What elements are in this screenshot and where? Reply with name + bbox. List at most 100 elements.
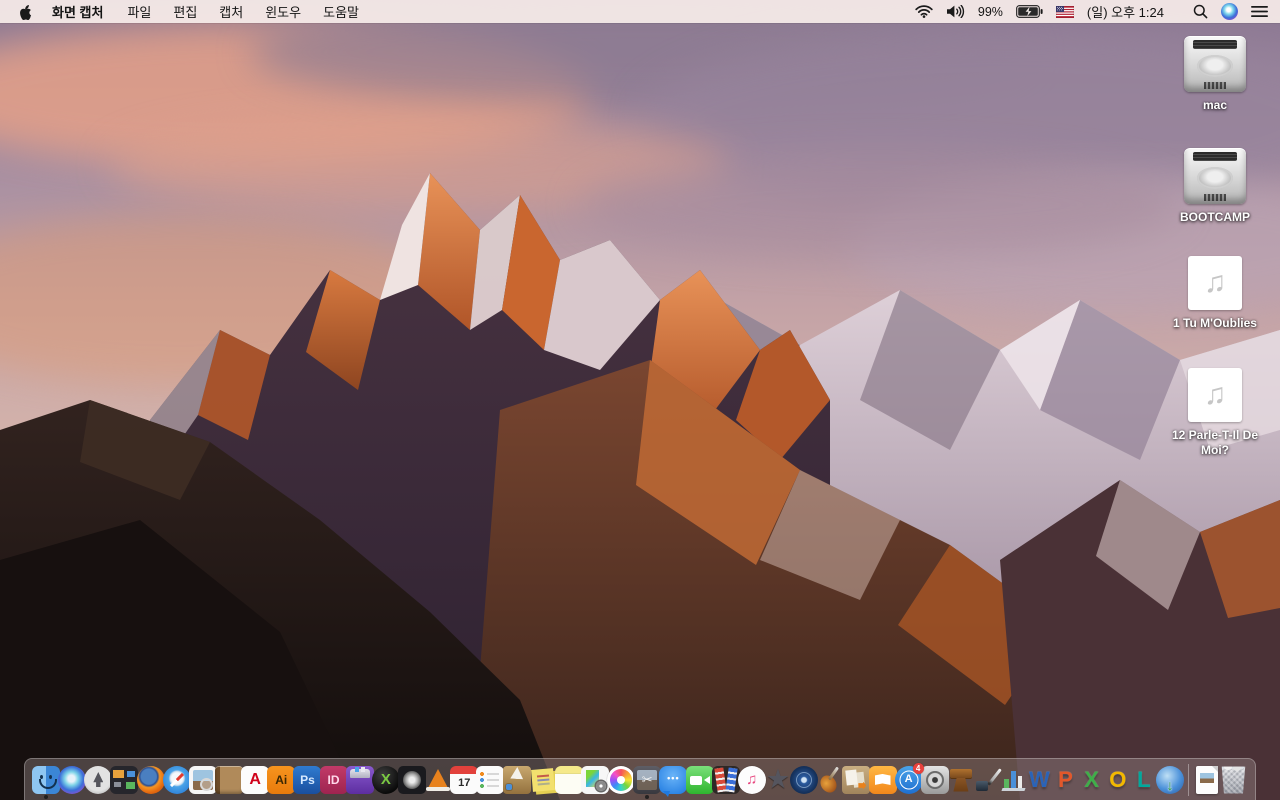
- web-downloader-icon: ↓: [1156, 765, 1185, 794]
- desktop-icon-drive-bootcamp[interactable]: BOOTCAMP: [1159, 148, 1271, 225]
- keynote-icon: [947, 766, 975, 794]
- dock-item-green-x-app[interactable]: X: [371, 760, 400, 800]
- dock-item-app-store[interactable]: A4: [894, 760, 924, 800]
- dock-item-photoshop[interactable]: Ps: [293, 760, 322, 800]
- photo-booth-icon: [711, 765, 740, 794]
- photoshop-icon: Ps: [293, 765, 322, 794]
- dock-item-photo-booth[interactable]: [711, 760, 740, 800]
- finder-icon: [32, 765, 60, 794]
- mission-control-icon: [110, 765, 139, 794]
- apple-logo-icon: [20, 4, 32, 20]
- dock-item-numbers[interactable]: [1000, 760, 1026, 800]
- dock-item-outlook[interactable]: O: [1105, 760, 1131, 800]
- active-app-menu[interactable]: 화면 캡처: [52, 2, 103, 21]
- ibooks-icon: [868, 765, 897, 794]
- dock-item-illustrator[interactable]: Ai: [267, 760, 296, 800]
- dock-item-ibooks[interactable]: [868, 760, 897, 800]
- battery-charging-icon[interactable]: [1016, 5, 1043, 18]
- dock-item-word[interactable]: W: [1026, 760, 1052, 800]
- menubar-menu-1[interactable]: 파일: [127, 2, 151, 21]
- dock-item-stickies[interactable]: [530, 760, 556, 800]
- desktop-icon-label: mac: [1202, 98, 1228, 112]
- dock-item-web-downloader[interactable]: ↓: [1156, 760, 1185, 800]
- running-indicator: [44, 794, 48, 799]
- dock-item-launchpad[interactable]: [84, 760, 113, 800]
- apple-menu[interactable]: [18, 4, 32, 20]
- dock-item-notes[interactable]: [554, 760, 583, 800]
- bulletin-board-app-icon: [842, 765, 871, 794]
- dock-item-grab-screen-capture[interactable]: ✂: [633, 760, 662, 800]
- dock-item-calendar[interactable]: 17: [450, 760, 479, 800]
- dock-item-pages[interactable]: [974, 760, 1000, 800]
- dock-item-trash[interactable]: [1220, 760, 1246, 800]
- green-x-app-icon: X: [371, 765, 400, 794]
- dock-item-reminders[interactable]: [476, 760, 505, 800]
- volume-icon[interactable]: [946, 5, 965, 18]
- lync-icon: L: [1137, 766, 1151, 792]
- numbers-icon: [999, 766, 1027, 794]
- desktop-icon-audio-file-2[interactable]: ♫ 12 Parle-T-Il De Moi?: [1159, 368, 1271, 458]
- desktop-icons: mac BOOTCAMP ♫ 1 Tu M'Oublies ♫ 12 Parle-T-Il…: [1159, 0, 1271, 560]
- drive-icon: [1184, 36, 1246, 92]
- menubar-menu-4[interactable]: 윈도우: [265, 2, 301, 21]
- input-source-flag-icon[interactable]: [1055, 5, 1074, 18]
- audio-icon: ♫: [1188, 256, 1242, 310]
- wallpaper: [0, 0, 1280, 800]
- messages-icon: •••: [659, 765, 688, 797]
- dock-item-messages[interactable]: •••: [659, 760, 688, 800]
- battery-percent: 99%: [977, 4, 1003, 19]
- dock-item-imovie[interactable]: ★: [765, 760, 791, 800]
- menu-clock[interactable]: (일) 오후 1:24: [1087, 2, 1164, 21]
- calendar-icon: 17: [450, 765, 479, 794]
- dock-item-siri[interactable]: [58, 760, 87, 800]
- safari-icon: [162, 765, 191, 794]
- menubar-menu-2[interactable]: 편집: [173, 2, 197, 21]
- desktop-icon-drive-mac[interactable]: mac: [1159, 36, 1271, 113]
- menubar-menu-3[interactable]: 캡처: [219, 2, 243, 21]
- siri-icon: [58, 765, 87, 794]
- installer-box-icon: [502, 765, 531, 794]
- dock-item-system-preferences[interactable]: [920, 760, 949, 800]
- dock-item-itunes[interactable]: ♫: [737, 760, 766, 800]
- dock-item-indesign[interactable]: ID: [319, 760, 348, 800]
- dock-item-garageband[interactable]: [817, 760, 843, 800]
- dock-item-safari[interactable]: [162, 760, 191, 800]
- dock-item-mission-control[interactable]: [110, 760, 139, 800]
- dock-item-document-file[interactable]: [1194, 760, 1220, 800]
- dock-item-photos[interactable]: [607, 760, 636, 800]
- dock-item-installer-box[interactable]: [502, 760, 531, 800]
- dock-item-preview[interactable]: [188, 760, 217, 800]
- dock-item-facetime[interactable]: [685, 760, 714, 800]
- itunes-icon: ♫: [737, 765, 766, 794]
- dock-item-contacts-book[interactable]: [214, 760, 243, 800]
- dock-item-bulletin-board-app[interactable]: [842, 760, 871, 800]
- dock-item-dvd-player[interactable]: [790, 760, 819, 800]
- dock-item-colorsync-utility[interactable]: [580, 760, 609, 800]
- dock-item-powerpoint[interactable]: P: [1052, 760, 1078, 800]
- dock-item-lync[interactable]: L: [1131, 760, 1157, 800]
- dock-item-vlc[interactable]: [425, 760, 451, 800]
- dock-item-acrobat-reader[interactable]: A: [241, 760, 270, 800]
- dock-item-disk-tool[interactable]: [397, 760, 426, 800]
- desktop: 화면 캡처 파일 편집 캡처 윈도우 도움말 99% (일) 오후 1:24 m…: [0, 0, 1280, 800]
- dock-item-toast-titanium[interactable]: [345, 760, 374, 800]
- notes-icon: [554, 765, 583, 794]
- trash-icon: [1221, 766, 1246, 794]
- dock-item-excel[interactable]: X: [1079, 760, 1105, 800]
- outlook-icon: O: [1109, 766, 1127, 792]
- toast-titanium-icon: [345, 765, 374, 794]
- dock-divider: [1188, 763, 1190, 796]
- dock-item-firefox[interactable]: [136, 760, 165, 800]
- wifi-icon[interactable]: [915, 5, 933, 18]
- menu-bar: 화면 캡처 파일 편집 캡처 윈도우 도움말 99% (일) 오후 1:24: [0, 0, 1280, 23]
- desktop-icon-label: BOOTCAMP: [1180, 210, 1250, 224]
- pages-icon: [973, 766, 1001, 794]
- contacts-book-icon: [214, 765, 243, 794]
- desktop-icon-audio-file-1[interactable]: ♫ 1 Tu M'Oublies: [1159, 256, 1271, 331]
- dock-item-keynote[interactable]: [948, 760, 974, 800]
- photos-icon: [607, 765, 636, 794]
- dock-item-finder[interactable]: [32, 760, 60, 800]
- notification-badge: 4: [912, 762, 924, 774]
- running-indicator: [645, 794, 650, 799]
- menubar-menu-5[interactable]: 도움말: [323, 2, 359, 21]
